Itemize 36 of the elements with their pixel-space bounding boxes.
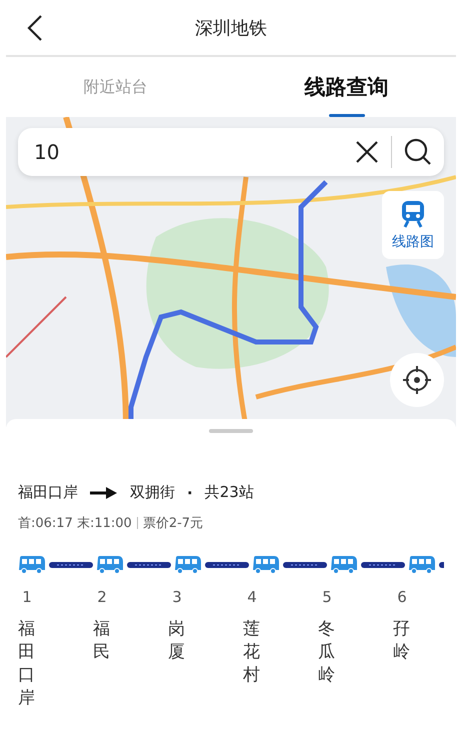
station-name[interactable]: 莲花村 <box>243 618 260 687</box>
station-name[interactable]: 孖岭 <box>393 618 410 664</box>
bus-icon <box>18 556 46 574</box>
origin-station: 福田口岸 <box>18 483 78 502</box>
bus-icon <box>174 556 202 574</box>
arrow-icon <box>90 486 118 500</box>
page-title: 深圳地铁 <box>195 16 267 40</box>
station-name[interactable]: 岗厦 <box>168 618 185 664</box>
station-number: 5 <box>321 588 333 606</box>
drag-handle[interactable] <box>209 429 253 433</box>
station-number: 1 <box>21 588 33 606</box>
clear-icon[interactable] <box>355 140 379 164</box>
terminal-station: 双拥街 <box>130 483 175 502</box>
station-name[interactable]: 冬瓜岭 <box>318 618 335 687</box>
station-count: 共23站 <box>204 483 254 502</box>
search-bar[interactable]: 10 <box>18 128 444 176</box>
bus-icon <box>96 556 124 574</box>
separator-dot: · <box>187 484 193 502</box>
train-icon <box>399 199 427 229</box>
station-name[interactable]: 福田口岸 <box>18 618 35 710</box>
tab[interactable]: 线路查询 <box>231 57 462 117</box>
bus-icon <box>252 556 280 574</box>
station-number: 4 <box>246 588 258 606</box>
station-number: 2 <box>96 588 108 606</box>
station-number: 3 <box>171 588 183 606</box>
locate-icon <box>402 365 432 395</box>
bus-icon <box>408 556 436 574</box>
route-map-button[interactable]: 线路图 <box>382 191 444 259</box>
search-field[interactable]: 10 <box>32 139 343 165</box>
back-icon[interactable] <box>26 14 44 42</box>
search-icon[interactable] <box>404 138 432 166</box>
service-hours: 首:06:17 末:11:00 <box>18 515 132 532</box>
station-name[interactable]: 福民 <box>93 618 110 664</box>
station-number: 6 <box>396 588 408 606</box>
bus-icon <box>330 556 358 574</box>
fare-range: 票价2-7元 <box>142 515 204 532</box>
